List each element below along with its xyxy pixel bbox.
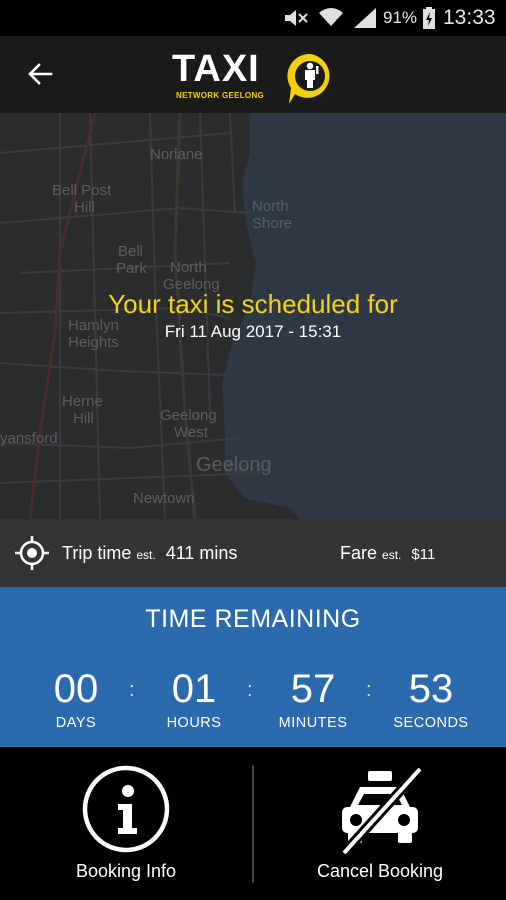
countdown-value: 01	[171, 667, 217, 711]
countdown-value: 00	[53, 667, 99, 711]
cancel-taxi-icon	[340, 767, 424, 857]
arrow-left-icon	[28, 63, 53, 85]
map-label: Newtown	[133, 490, 195, 507]
status-bar: 91% 13:33	[0, 0, 506, 36]
trip-info-bar: Trip time est. 411 mins Fare est. $11	[0, 519, 506, 587]
fare-value: $11	[411, 546, 436, 563]
cancel-booking-label: Cancel Booking	[316, 861, 444, 881]
fare: Fare est. $11	[340, 543, 435, 564]
map-label: West	[174, 424, 208, 441]
crosshair-icon	[15, 536, 49, 570]
battery-percent: 91%	[383, 8, 418, 27]
mute-icon	[285, 10, 308, 26]
map-label: Park	[116, 260, 147, 277]
info-icon	[82, 765, 170, 853]
trip-time-label: Trip time	[62, 543, 132, 563]
scheduled-title: Your taxi is scheduled for	[108, 289, 398, 319]
countdown-value: 57	[290, 667, 336, 711]
booking-info-label: Booking Info	[75, 861, 177, 881]
map-label: North	[252, 198, 289, 215]
countdown-separator: :	[129, 679, 135, 701]
countdown-panel: TIME REMAINING 00 DAYS : 01 HOURS : 57 M…	[0, 587, 506, 747]
booking-info-button[interactable]: Booking Info	[0, 747, 252, 900]
trip-time-est: est.	[136, 548, 156, 562]
countdown-seconds: 53 SECONDS	[372, 669, 490, 731]
map-label: Herne	[62, 393, 103, 410]
countdown-title: TIME REMAINING	[145, 605, 361, 633]
app-header: TAXI NETWORK GEELONG	[0, 36, 506, 113]
map-label: Geelong	[160, 407, 217, 424]
countdown-unit-label: HOURS	[166, 715, 222, 731]
wifi-icon	[319, 8, 343, 26]
battery-icon	[423, 7, 435, 29]
countdown-days: 00 DAYS	[17, 669, 135, 731]
map-label: Bell Post	[52, 182, 112, 199]
countdown-separator: :	[366, 679, 372, 701]
cancel-booking-button[interactable]: Cancel Booking	[254, 747, 506, 900]
signal-icon	[354, 8, 376, 28]
countdown-minutes: 57 MINUTES	[254, 669, 372, 731]
bottom-actions: Booking Info Cancel Booking	[0, 747, 506, 900]
logo-text: TAXI	[172, 48, 260, 90]
map-label: Bell	[118, 243, 144, 260]
fare-label: Fare	[340, 543, 378, 563]
map-label: Norlane	[150, 146, 203, 163]
map-label: Geelong	[196, 454, 272, 476]
map-label: Shore	[252, 215, 293, 232]
map-label: yansford	[0, 430, 58, 447]
back-button[interactable]	[22, 56, 58, 92]
countdown-unit-label: MINUTES	[278, 715, 348, 731]
countdown-separator: :	[247, 679, 253, 701]
map-label: Hill	[73, 410, 94, 427]
scheduled-datetime: Fri 11 Aug 2017 - 15:31	[164, 322, 342, 341]
status-clock: 13:33	[443, 6, 496, 29]
map-label: Hill	[74, 199, 95, 216]
map-view[interactable]: Norlane Bell Post Hill North Shore Bell …	[0, 113, 506, 519]
trip-time-value: 411 mins	[165, 543, 238, 563]
fare-est: est.	[382, 548, 402, 562]
countdown-unit-label: DAYS	[55, 715, 97, 731]
countdown-value: 53	[408, 667, 454, 711]
taxi-person-icon	[287, 53, 330, 104]
trip-time: Trip time est. 411 mins	[62, 543, 237, 564]
logo-subtitle: NETWORK GEELONG	[176, 91, 265, 100]
countdown-unit-label: SECONDS	[393, 715, 469, 731]
countdown-hours: 01 HOURS	[135, 669, 253, 731]
map-label: North	[170, 259, 207, 276]
taxi-logo: TAXI NETWORK GEELONG	[170, 46, 340, 106]
